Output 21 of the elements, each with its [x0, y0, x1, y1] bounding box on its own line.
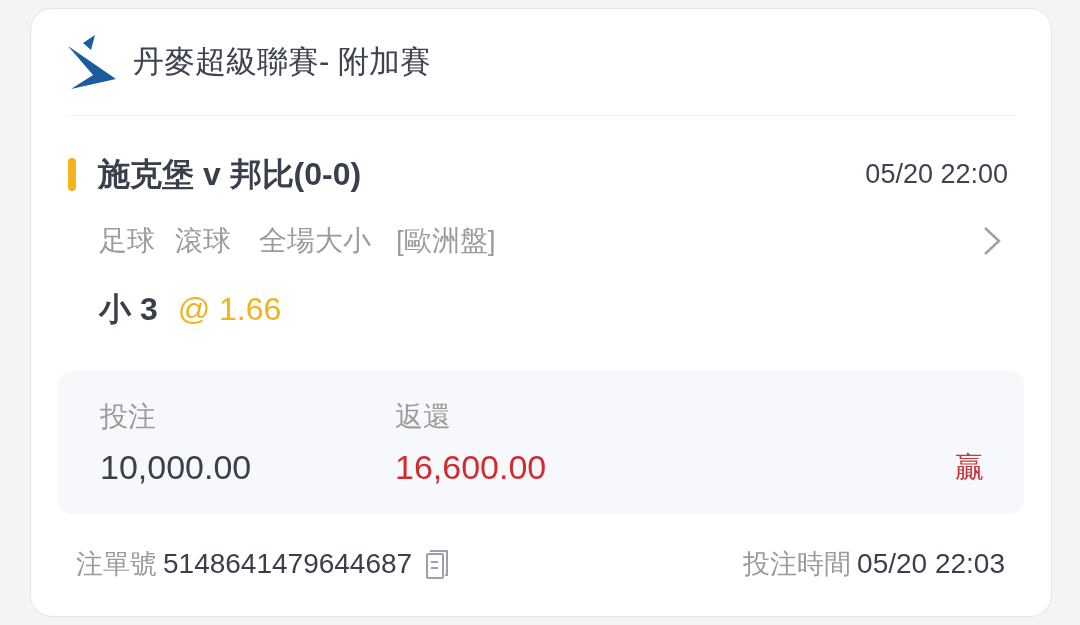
bet-selection: 小 3	[99, 290, 158, 329]
bet-odds: @ 1.66	[177, 290, 282, 329]
bet-tag: 全場大小	[259, 220, 371, 262]
ticket-number: 5148641479644687	[163, 547, 413, 581]
league-logo-icon	[68, 34, 116, 90]
return-amount: 16,600.00	[395, 447, 547, 488]
bet-tag: 滾球	[175, 220, 231, 262]
match-title: 施克堡 v 邦比(0-0)	[98, 155, 362, 194]
ticket-label: 注單號	[76, 547, 157, 581]
bet-time: 05/20 22:03	[857, 547, 1005, 581]
result-status: 贏	[955, 450, 984, 485]
league-title: 丹麥超級聯賽- 附加賽	[133, 42, 431, 81]
stake-amount: 10,000.00	[100, 447, 252, 488]
stake-label: 投注	[100, 400, 156, 434]
bet-time-label: 投注時間	[743, 547, 852, 581]
accent-bar-icon	[68, 157, 76, 191]
match-time: 05/20 22:00	[865, 157, 1008, 191]
chevron-right-icon[interactable]	[983, 226, 1001, 256]
return-label: 返還	[395, 400, 451, 434]
bet-tag: 足球	[99, 220, 155, 262]
bet-tag: [歐洲盤]	[396, 220, 496, 262]
